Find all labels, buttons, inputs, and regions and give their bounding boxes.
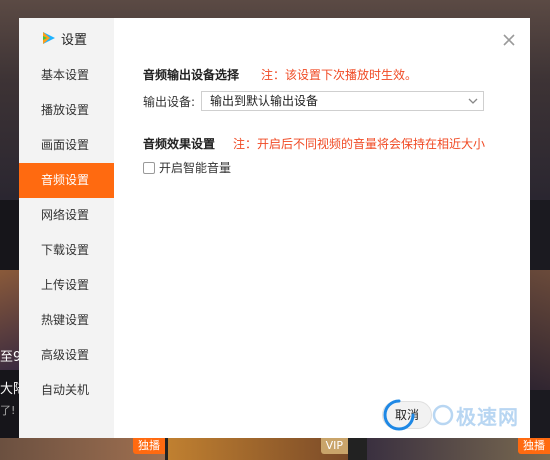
background-left-strip: 至9 大陆 了! [0,200,26,460]
nav-item-label: 基本设置 [41,68,90,82]
nav-item-label: 下载设置 [41,243,90,257]
nav-item-label: 播放设置 [41,103,90,117]
background-poster [530,270,550,390]
nav-item-picture[interactable]: 画面设置 [19,128,114,163]
nav-item-label: 高级设置 [41,348,90,362]
dialog-header: 设置 [41,28,87,48]
background-thumbnail-row: 独播 VIP 独播 [0,438,550,460]
watermark-logo-icon [432,404,454,426]
audio-effect-title: 音频效果设置 [143,137,216,151]
nav-item-label: 自动关机 [41,383,90,397]
nav-item-label: 热键设置 [41,313,90,327]
video-thumbnail[interactable]: VIP [168,438,348,460]
nav-item-upload[interactable]: 上传设置 [19,268,114,303]
smart-volume-checkbox[interactable] [143,161,155,174]
output-device-label: 输出设备: [143,94,196,109]
nav-item-basic[interactable]: 基本设置 [19,58,114,93]
smart-volume-option[interactable]: 开启智能音量 [143,159,231,176]
video-thumbnail[interactable]: 独播 [367,438,550,460]
nav-item-advanced[interactable]: 高级设置 [19,338,114,373]
vip-badge: VIP [320,438,348,454]
audio-effect-note: 注：开启后不同视频的音量将会保持在相近大小 [233,137,486,151]
app-logo-icon [43,32,55,44]
nav-item-label: 音频设置 [41,173,90,187]
watermark-text: 极速网 [456,404,519,429]
output-device-value: 输出到默认输出设备 [210,94,319,108]
nav-item-label: 网络设置 [41,208,90,222]
settings-nav: 基本设置 播放设置 画面设置 音频设置 网络设置 下载设置 上传设置 热键设置 … [19,58,114,408]
nav-item-auto-shutdown[interactable]: 自动关机 [19,373,114,408]
audio-output-header: 音频输出设备选择 注：该设置下次播放时生效。 [143,66,417,83]
settings-content: 音频输出设备选择 注：该设置下次播放时生效。 输出设备: 输出到默认输出设备 音… [114,18,530,438]
settings-dialog: 设置 基本设置 播放设置 画面设置 音频设置 网络设置 下载设置 上传设置 热键… [19,18,530,438]
nav-item-label: 上传设置 [41,278,90,292]
exclusive-badge: 独播 [518,438,550,454]
output-device-select[interactable]: 输出到默认输出设备 [201,91,485,111]
cancel-button[interactable]: 取消 [382,401,432,429]
nav-item-hotkeys[interactable]: 热键设置 [19,303,114,338]
video-thumbnail[interactable]: 独播 [0,438,165,460]
audio-effect-header: 音频效果设置 注：开启后不同视频的音量将会保持在相近大小 [143,135,485,152]
background-right-strip [530,200,550,460]
chevron-down-icon [468,98,478,104]
exclusive-badge: 独播 [133,438,165,454]
audio-output-note: 注：该设置下次播放时生效。 [261,68,418,82]
dialog-title: 设置 [61,32,88,48]
output-device-row: 输出设备: 输出到默认输出设备 [143,91,485,111]
nav-item-audio[interactable]: 音频设置 [19,163,114,198]
site-watermark: 极速网 [432,398,519,432]
nav-item-network[interactable]: 网络设置 [19,198,114,233]
nav-item-label: 画面设置 [41,138,90,152]
audio-output-title: 音频输出设备选择 [143,68,240,82]
smart-volume-label: 开启智能音量 [159,161,232,175]
settings-sidebar: 设置 基本设置 播放设置 画面设置 音频设置 网络设置 下载设置 上传设置 热键… [19,18,114,438]
background-text-fragment: 了! [0,404,16,417]
nav-item-playback[interactable]: 播放设置 [19,93,114,128]
nav-item-download[interactable]: 下载设置 [19,233,114,268]
